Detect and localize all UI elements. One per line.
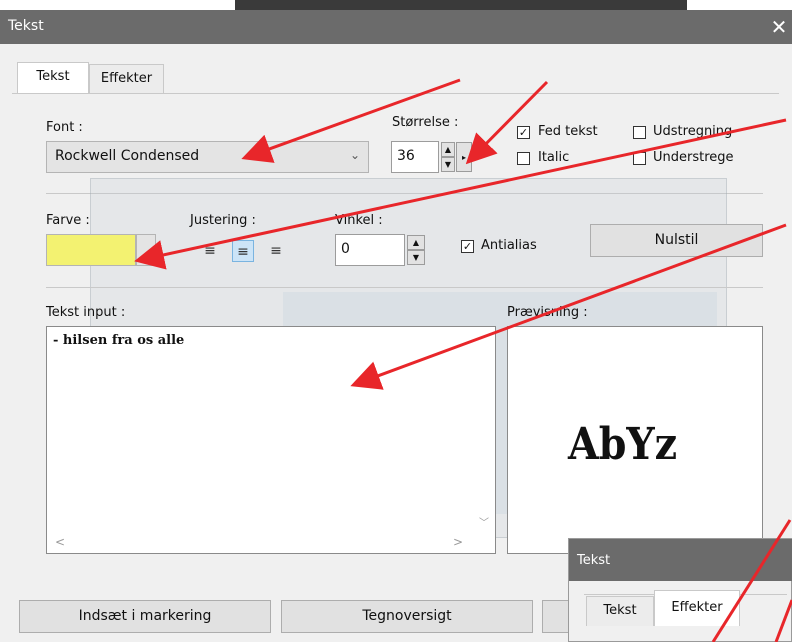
- arrow-to-text: [350, 223, 787, 390]
- arrow-to-color: [134, 118, 787, 270]
- arrow-to-font: [241, 78, 461, 163]
- annotation-arrows: [134, 78, 792, 642]
- arrow-to-effekter-2: [774, 599, 792, 642]
- arrow-to-size: [465, 80, 549, 165]
- arrow-to-effekter: [711, 519, 792, 642]
